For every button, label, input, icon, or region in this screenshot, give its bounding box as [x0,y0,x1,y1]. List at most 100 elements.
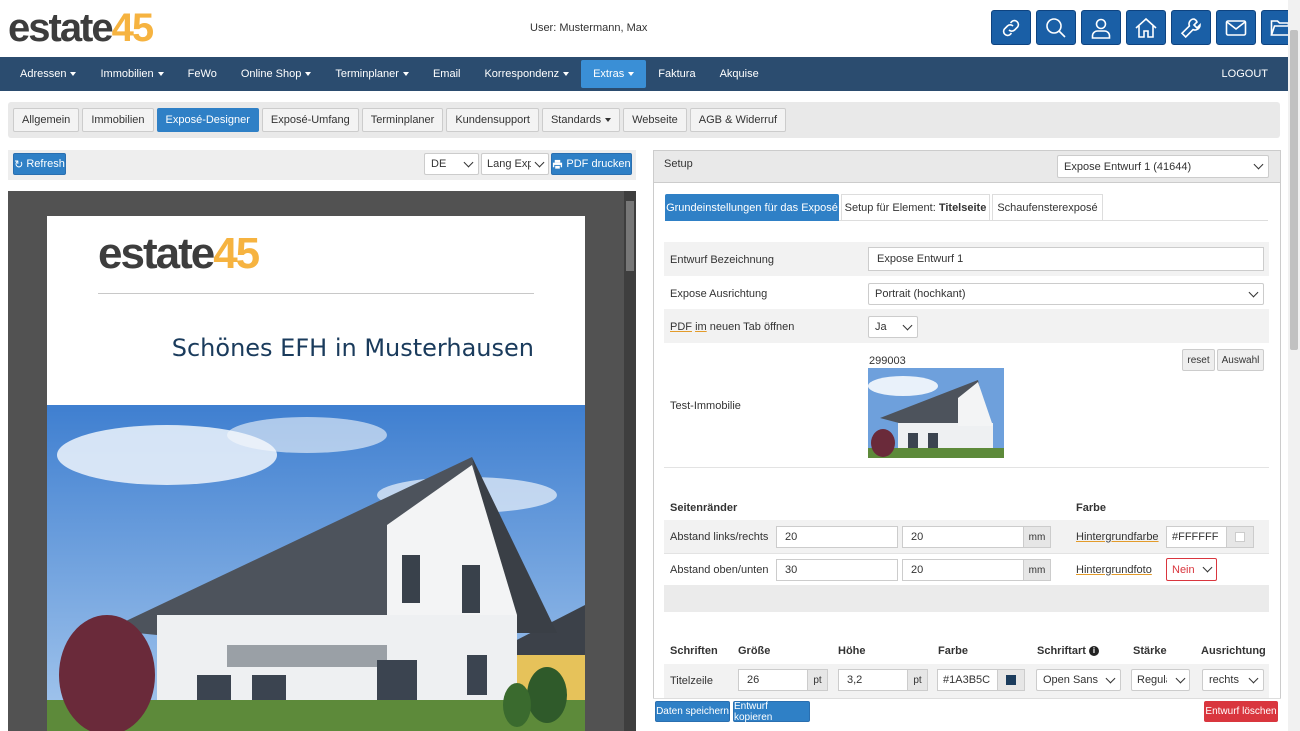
expose-type-select[interactable]: Lang Expo [481,153,549,175]
farbe-col-heading: Farbe [938,645,968,657]
unit-pt: pt [808,669,828,691]
user-icon[interactable] [1081,10,1121,45]
test-immobilie-label: Test-Immobilie [670,400,741,412]
language-select[interactable]: DE [424,153,479,175]
expose-title: Schönes EFH in Musterhausen [171,334,534,362]
link-icon[interactable] [991,10,1031,45]
tab-terminplaner[interactable]: Terminplaner [361,108,444,132]
ausrichtung-label: Expose Ausrichtung [670,288,768,300]
hintergrundfarbe-label: Hintergrundfarbe [1076,531,1159,543]
chevron-down-icon [1175,673,1186,683]
spacer-row [664,585,1269,612]
subtab-schaufenster[interactable]: Schaufensterexposé [992,194,1103,221]
printer-icon [553,159,563,170]
nav-akquise[interactable]: Akquise [708,60,771,88]
chevron-down-icon [463,157,474,167]
home-icon[interactable] [1126,10,1166,45]
test-immobilie-id: 299003 [869,355,906,367]
tab-immobilien[interactable]: Immobilien [82,108,154,132]
nav-terminplaner[interactable]: Terminplaner [323,60,421,88]
app-logo[interactable]: estate45 [8,6,154,50]
tab-expose-umfang[interactable]: Exposé-Umfang [261,108,359,132]
logo-text: estate [8,6,114,50]
pdf-print-button[interactable]: PDF drucken [551,153,632,175]
nav-online-shop[interactable]: Online Shop [229,60,324,88]
tab-webseite[interactable]: Webseite [623,108,687,132]
preview-toolbar: ↻Refresh DE Lang Expo PDF drucken [8,150,636,180]
copy-draft-button[interactable]: Entwurf kopieren [733,701,810,723]
refresh-button[interactable]: ↻ Refresh [13,153,66,175]
abstand-links-input[interactable]: 20 [776,526,898,548]
delete-draft-button[interactable]: Entwurf löschen [1204,701,1278,722]
draft-select[interactable]: Expose Entwurf 1 (41644) [1057,155,1269,178]
hintergrundfarbe-input[interactable]: #FFFFFF [1166,526,1227,548]
expose-page: estate45 Schönes EFH in Musterhausen [47,216,585,731]
nav-extras[interactable]: Extras [581,60,647,88]
staerke-heading: Stärke [1133,645,1167,657]
designer-tabs: Allgemein Immobilien Exposé-Designer Exp… [8,102,1280,138]
reset-button[interactable]: reset [1182,349,1215,371]
titelzeile-weight-select[interactable]: Regula [1131,669,1190,691]
entwurf-input[interactable]: Expose Entwurf 1 [868,247,1264,271]
wrench-icon[interactable] [1171,10,1211,45]
main-nav: Adressen Immobilien FeWo Online Shop Ter… [0,57,1288,91]
entwurf-label: Entwurf Bezeichnung [670,254,774,266]
logo-number: 45 [111,6,154,50]
abstand-rechts-input[interactable]: 20 [902,526,1024,548]
chevron-down-icon [534,157,545,167]
titelzeile-align-select[interactable]: rechts [1202,669,1264,691]
nav-adressen[interactable]: Adressen [8,60,88,88]
action-footer: Daten speichern Entwurf kopieren Entwurf… [653,698,1281,731]
titelzeile-color-swatch[interactable] [998,669,1025,691]
test-immobilie-thumbnail[interactable] [868,368,1004,458]
abstand-unten-input[interactable]: 20 [902,559,1024,581]
nav-immobilien[interactable]: Immobilien [88,60,175,88]
tab-agb-widerruf[interactable]: AGB & Widerruf [689,108,787,132]
tab-allgemein[interactable]: Allgemein [13,108,80,132]
abstand-lr-label: Abstand links/rechts [670,531,769,543]
logout-link[interactable]: LOGOUT [1222,68,1268,80]
info-icon[interactable]: i [1088,646,1099,657]
chevron-down-icon [1105,673,1116,683]
tab-kundensupport[interactable]: Kundensupport [446,108,539,132]
search-icon[interactable] [1036,10,1076,45]
pdf-tab-label: PDF im neuen Tab öffnen [670,321,795,333]
titelzeile-color-input[interactable]: #1A3B5C [937,669,998,691]
mail-icon[interactable] [1216,10,1256,45]
setup-header: Setup Expose Entwurf 1 (41644) [654,151,1280,183]
hintergrundfoto-label: Hintergrundfoto [1076,564,1152,576]
subtab-element-setup[interactable]: Setup für Element: Titelseite [841,194,990,221]
preview-scrollbar[interactable] [624,191,636,731]
save-button[interactable]: Daten speichern [655,701,730,722]
titelzeile-size-input[interactable]: 26 [738,669,808,691]
refresh-icon: ↻ [14,158,24,171]
hintergrundfarbe-swatch[interactable] [1227,526,1254,548]
schriften-heading: Schriften [670,645,718,657]
nav-korrespondenz[interactable]: Korrespondenz [472,60,581,88]
nav-email[interactable]: Email [421,60,473,88]
hintergrundfoto-select[interactable]: Nein [1166,558,1217,581]
subtab-grundeinstellungen[interactable]: Grundeinstellungen für das Exposé [665,194,839,221]
ausrichtung-col-heading: Ausrichtung [1201,645,1266,657]
abstand-ou-label: Abstand oben/unten [670,564,769,576]
tab-standards[interactable]: Standards [541,108,621,132]
abstand-oben-input[interactable]: 30 [776,559,898,581]
auswahl-button[interactable]: Auswahl [1217,349,1264,371]
groesse-heading: Größe [738,645,771,657]
expose-logo: estate45 [98,229,260,278]
titelzeile-height-input[interactable]: 3,2 [838,669,908,691]
unit-mm: mm [1024,559,1051,581]
setup-panel: Setup Expose Entwurf 1 (41644) Grundeins… [653,150,1281,731]
page-scrollbar[interactable] [1288,0,1300,731]
titelzeile-font-select[interactable]: Open Sans ( [1036,669,1121,691]
pdf-tab-select[interactable]: Ja [868,316,918,338]
hoehe-heading: Höhe [838,645,866,657]
nav-fewo[interactable]: FeWo [176,60,229,88]
tab-expose-designer[interactable]: Exposé-Designer [156,108,259,132]
ausrichtung-select[interactable]: Portrait (hochkant) [868,283,1264,305]
seitenraender-heading: Seitenränder [670,502,738,514]
house-photo [47,405,585,731]
chevron-down-icon [1202,562,1213,573]
nav-faktura[interactable]: Faktura [646,60,707,88]
header-icon-bar [991,10,1300,45]
